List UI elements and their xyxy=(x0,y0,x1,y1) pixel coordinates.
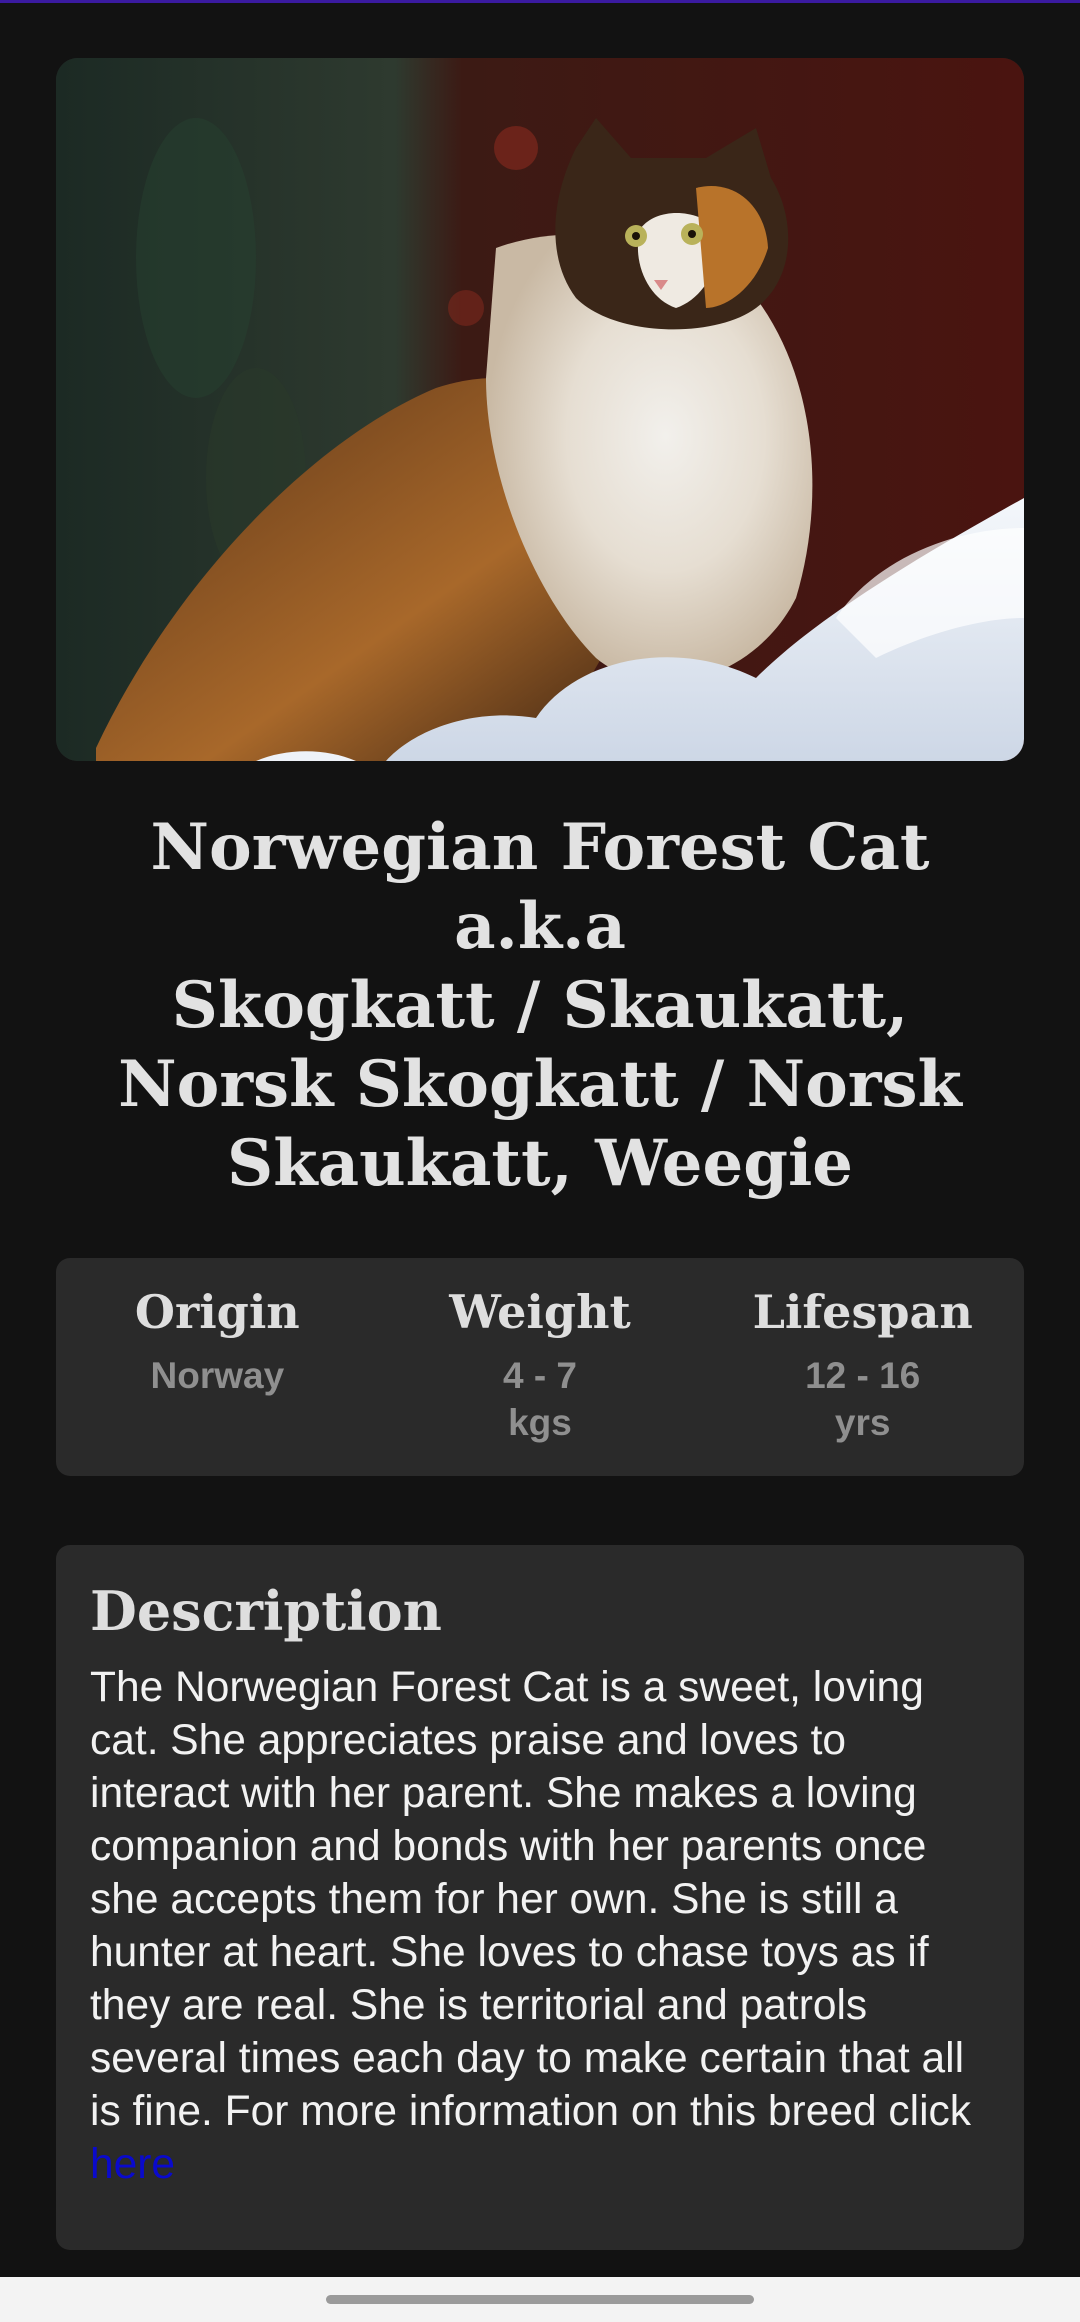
stat-lifespan: Lifespan 12 - 16 yrs xyxy=(701,1258,1024,1476)
breed-title: Norwegian Forest Cat a.k.a Skogkatt / Sk… xyxy=(56,808,1024,1203)
stat-label: Weight xyxy=(449,1285,631,1339)
stat-label: Lifespan xyxy=(752,1285,973,1339)
aka-label: a.k.a xyxy=(454,889,626,964)
description-heading: Description xyxy=(90,1579,442,1643)
stat-weight: Weight 4 - 7 kgs xyxy=(379,1258,702,1476)
breed-name: Norwegian Forest Cat xyxy=(150,810,930,885)
top-accent-bar xyxy=(0,0,1080,3)
system-navigation-bar xyxy=(0,2277,1080,2322)
stat-value: 4 - 7 kgs xyxy=(502,1355,578,1443)
stat-value: Norway xyxy=(150,1355,285,1396)
alternate-names: Skogkatt / Skaukatt, Norsk Skogkatt / No… xyxy=(118,968,962,1201)
stat-origin: Origin Norway xyxy=(56,1258,379,1476)
description-body: The Norwegian Forest Cat is a sweet, lov… xyxy=(90,1664,972,2135)
more-info-link[interactable]: here xyxy=(90,2141,175,2188)
stat-label: Origin xyxy=(134,1285,300,1339)
home-gesture-handle[interactable] xyxy=(326,2295,754,2304)
stat-value: 12 - 16 yrs xyxy=(805,1355,921,1443)
description-card: Description The Norwegian Forest Cat is … xyxy=(56,1545,1024,2250)
stats-card: Origin Norway Weight 4 - 7 kgs Lifespan … xyxy=(56,1258,1024,1476)
description-text: The Norwegian Forest Cat is a sweet, lov… xyxy=(90,1661,990,2191)
breed-photo xyxy=(56,58,1024,761)
